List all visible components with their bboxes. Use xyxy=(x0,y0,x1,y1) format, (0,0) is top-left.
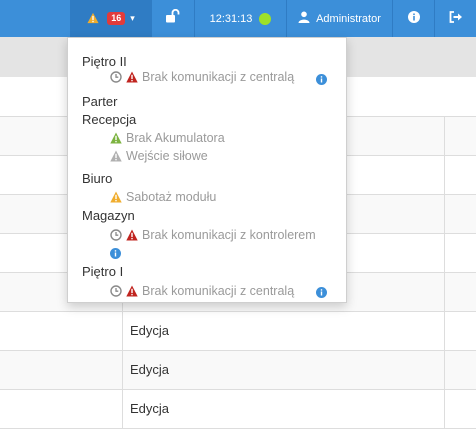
zone-name[interactable]: Magazyn xyxy=(82,208,135,223)
ok-triangle-icon xyxy=(110,132,122,144)
table-cell xyxy=(0,390,123,428)
alarm-text: Brak Akumulatora xyxy=(126,131,225,145)
user-name: Administrator xyxy=(316,12,381,25)
warning-icon xyxy=(87,12,101,25)
top-navbar: 16 ▾ 12:31:13 Administrator xyxy=(0,0,476,37)
alarm-item[interactable]: Brak komunikacji z centralą xyxy=(110,70,294,84)
danger-triangle-icon xyxy=(126,285,138,297)
zone-name[interactable]: Recepcja xyxy=(82,112,136,127)
clock-status: 12:31:13 xyxy=(194,0,286,37)
alerts-dropdown-toggle[interactable]: 16 ▾ xyxy=(70,0,152,37)
alarm-text: Brak komunikacji z centralą xyxy=(142,70,295,84)
alerts-dropdown: Piętro II Brak komunikacji z centralą Pa… xyxy=(67,37,347,303)
zone-name[interactable]: Piętro I xyxy=(82,264,123,279)
chevron-down-icon: ▾ xyxy=(130,13,135,23)
zone-name[interactable]: Biuro xyxy=(82,171,112,186)
table-cell xyxy=(0,351,123,389)
connection-status-dot xyxy=(259,12,272,25)
clock-icon xyxy=(110,229,122,241)
alarm-item[interactable]: Wejście siłowe xyxy=(110,149,208,163)
muted-triangle-icon xyxy=(110,150,122,162)
zone-name[interactable]: Parter xyxy=(82,94,117,109)
alarm-item[interactable]: Brak komunikacji z kontrolerem xyxy=(110,228,316,242)
clock-icon xyxy=(110,71,122,83)
zone-name[interactable]: Piętro II xyxy=(82,54,127,69)
user-icon xyxy=(298,11,310,26)
alarm-item[interactable]: Brak Akumulatora xyxy=(110,131,225,145)
clock-time: 12:31:13 xyxy=(209,12,253,25)
info-button[interactable] xyxy=(392,0,434,37)
info-icon[interactable] xyxy=(316,74,327,85)
clock-icon xyxy=(110,285,122,297)
alarm-item[interactable]: Brak komunikacji z centralą xyxy=(110,284,294,298)
logout-icon xyxy=(449,10,463,28)
lock-button[interactable] xyxy=(152,0,194,37)
unlock-icon xyxy=(165,8,181,28)
table-row: Edycja xyxy=(0,351,476,390)
danger-triangle-icon xyxy=(126,71,138,83)
alarm-text: Wejście siłowe xyxy=(126,149,208,163)
alarm-item[interactable]: Sabotaż modułu xyxy=(110,190,216,204)
alarm-text: Brak komunikacji z kontrolerem xyxy=(142,228,316,242)
info-icon xyxy=(407,10,420,28)
alarm-text: Brak komunikacji z centralą xyxy=(142,284,295,298)
logout-button[interactable] xyxy=(434,0,476,37)
warning-triangle-icon xyxy=(110,191,122,203)
table-row: Edycja xyxy=(0,390,476,429)
edit-link[interactable]: Edycja xyxy=(123,390,445,428)
info-icon[interactable] xyxy=(316,287,327,298)
danger-triangle-icon xyxy=(126,229,138,241)
table-cell xyxy=(0,312,123,350)
edit-link[interactable]: Edycja xyxy=(123,312,445,350)
alarm-text: Sabotaż modułu xyxy=(126,190,217,204)
info-icon[interactable] xyxy=(110,248,121,259)
table-row: Edycja xyxy=(0,312,476,351)
alerts-count-badge: 16 xyxy=(107,12,126,25)
edit-link[interactable]: Edycja xyxy=(123,351,445,389)
user-menu-button[interactable]: Administrator xyxy=(286,0,392,37)
